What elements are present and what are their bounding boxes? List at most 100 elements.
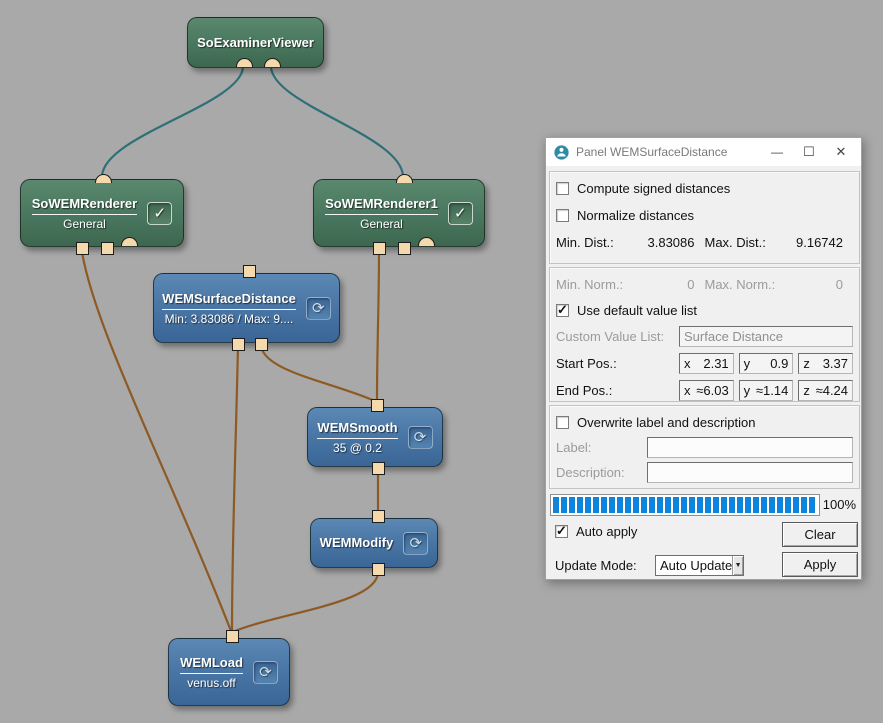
reload-icon[interactable]: ⟳ [306, 297, 331, 320]
end-pos-y-input[interactable]: y ≈1.14 [739, 380, 794, 401]
wire-smooth-to-renderer1[interactable] [377, 252, 379, 400]
wire-load-to-surface[interactable] [232, 346, 238, 631]
node-subtitle: General [63, 217, 106, 231]
max-dist-label: Max. Dist.: [705, 235, 766, 250]
node-title: SoWEMRenderer1 [325, 196, 438, 215]
node-wemsurfacedistance[interactable]: WEMSurfaceDistance Min: 3.83086 / Max: 9… [153, 273, 340, 343]
checkbox-label: Use default value list [577, 303, 697, 318]
checkbox-label: Normalize distances [577, 208, 694, 223]
end-pos-label: End Pos.: [556, 383, 679, 398]
wem-input-connector[interactable] [372, 462, 385, 475]
checkbox-label: Compute signed distances [577, 181, 730, 196]
wem-input-connector[interactable] [372, 563, 385, 576]
window-titlebar[interactable]: Panel WEMSurfaceDistance — ☐ ✕ [546, 138, 861, 166]
start-pos-z-input[interactable]: z 3.37 [798, 353, 853, 374]
maximize-icon[interactable]: ☐ [793, 138, 825, 166]
checkbox-label: Auto apply [576, 524, 637, 539]
end-pos-z-input[interactable]: z ≈4.24 [798, 380, 853, 401]
node-subtitle: venus.off [187, 676, 235, 690]
normalize-checkbox-row[interactable]: Normalize distances [556, 202, 853, 229]
progress-percent: 100% [823, 497, 856, 512]
node-sowemrenderer1[interactable]: SoWEMRenderer1 General ✓ [313, 179, 485, 247]
start-pos-row: Start Pos.: x 2.31 y 0.9 z 3.37 [556, 350, 853, 377]
start-pos-label: Start Pos.: [556, 356, 679, 371]
reload-icon[interactable]: ⟳ [408, 426, 433, 449]
wem-input-connector[interactable] [76, 242, 89, 255]
wire-renderer-to-viewer[interactable] [102, 67, 243, 176]
chevron-down-icon[interactable]: ▼ [732, 556, 743, 575]
compute-signed-checkbox-row[interactable]: Compute signed distances [556, 175, 853, 202]
wire-renderer1-to-viewer[interactable] [271, 67, 403, 176]
end-pos-row: End Pos.: x ≈6.03 y ≈1.14 z ≈4.24 [556, 377, 853, 404]
distance-options-group: Compute signed distances Normalize dista… [549, 171, 860, 264]
wem-output-connector[interactable] [372, 510, 385, 523]
wem-input-connector[interactable] [101, 242, 114, 255]
description-row: Description: [556, 460, 853, 485]
node-subtitle: Min: 3.83086 / Max: 9.... [165, 312, 294, 326]
scene-input-connector[interactable] [236, 58, 253, 67]
node-wemmodify[interactable]: WEMModify ⟳ [310, 518, 438, 568]
node-wemsmooth[interactable]: WEMSmooth 35 @ 0.2 ⟳ [307, 407, 443, 467]
max-norm-value: 0 [775, 277, 853, 292]
max-norm-label: Max. Norm.: [705, 277, 776, 292]
scene-input-connector[interactable] [121, 237, 138, 246]
wem-output-connector[interactable] [371, 399, 384, 412]
overwrite-checkbox-row[interactable]: Overwrite label and description [556, 409, 853, 435]
wire-smooth-to-surface[interactable] [261, 346, 375, 401]
wire-load-to-modify[interactable] [235, 572, 378, 631]
panel-window: Panel WEMSurfaceDistance — ☐ ✕ Compute s… [545, 137, 862, 580]
wem-input-connector[interactable] [255, 338, 268, 351]
window-title: Panel WEMSurfaceDistance [576, 145, 761, 159]
scene-input-connector[interactable] [264, 58, 281, 67]
normalize-checkbox[interactable] [556, 209, 569, 222]
overwrite-checkbox[interactable] [556, 416, 569, 429]
node-wemload[interactable]: WEMLoad venus.off ⟳ [168, 638, 290, 706]
wem-input-connector[interactable] [232, 338, 245, 351]
use-default-checkbox-row[interactable]: Use default value list [556, 297, 853, 323]
wem-input-connector[interactable] [373, 242, 386, 255]
update-mode-row: Update Mode: [555, 558, 637, 573]
auto-apply-row[interactable]: Auto apply [555, 524, 637, 539]
reload-icon[interactable]: ⟳ [403, 532, 428, 555]
auto-apply-checkbox[interactable] [555, 525, 568, 538]
custom-value-input[interactable]: Surface Distance [679, 326, 853, 347]
wem-output-connector[interactable] [243, 265, 256, 278]
description-input[interactable] [647, 462, 853, 483]
update-mode-dropdown[interactable]: Auto Update ▼ [655, 555, 744, 576]
progress-bar-fill [553, 497, 817, 513]
checkbox-label: Overwrite label and description [577, 415, 755, 430]
node-sowemrenderer[interactable]: SoWEMRenderer General ✓ [20, 179, 184, 247]
scene-input-connector[interactable] [418, 237, 435, 246]
update-mode-label: Update Mode: [555, 558, 637, 573]
min-dist-value: 3.83086 [614, 235, 705, 250]
wem-output-connector[interactable] [226, 630, 239, 643]
end-pos-x-input[interactable]: x ≈6.03 [679, 380, 734, 401]
check-icon[interactable]: ✓ [448, 202, 473, 225]
start-pos-x-input[interactable]: x 2.31 [679, 353, 734, 374]
use-default-checkbox[interactable] [556, 304, 569, 317]
start-pos-y-input[interactable]: y 0.9 [739, 353, 794, 374]
min-norm-value: 0 [623, 277, 704, 292]
label-field-label: Label: [556, 440, 647, 455]
node-title: WEMModify [320, 535, 394, 551]
node-title: SoWEMRenderer [32, 196, 137, 215]
clear-button[interactable]: Clear [782, 522, 858, 547]
node-graph-canvas: SoExaminerViewer SoWEMRenderer General ✓… [0, 0, 883, 723]
description-field-label: Description: [556, 465, 647, 480]
reload-icon[interactable]: ⟳ [253, 661, 278, 684]
label-description-group: Overwrite label and description Label: D… [549, 405, 860, 489]
apply-button[interactable]: Apply [782, 552, 858, 577]
label-row: Label: [556, 435, 853, 460]
min-dist-label: Min. Dist.: [556, 235, 614, 250]
compute-signed-checkbox[interactable] [556, 182, 569, 195]
wem-input-connector[interactable] [398, 242, 411, 255]
label-input[interactable] [647, 437, 853, 458]
node-subtitle: 35 @ 0.2 [333, 441, 382, 455]
minimize-icon[interactable]: — [761, 138, 793, 166]
check-icon[interactable]: ✓ [147, 202, 172, 225]
custom-value-row: Custom Value List: Surface Distance [556, 323, 853, 350]
node-title: WEMSurfaceDistance [162, 291, 296, 310]
close-icon[interactable]: ✕ [825, 138, 857, 166]
node-soexaminerviewer[interactable]: SoExaminerViewer [187, 17, 324, 68]
node-title: WEMLoad [180, 655, 243, 674]
